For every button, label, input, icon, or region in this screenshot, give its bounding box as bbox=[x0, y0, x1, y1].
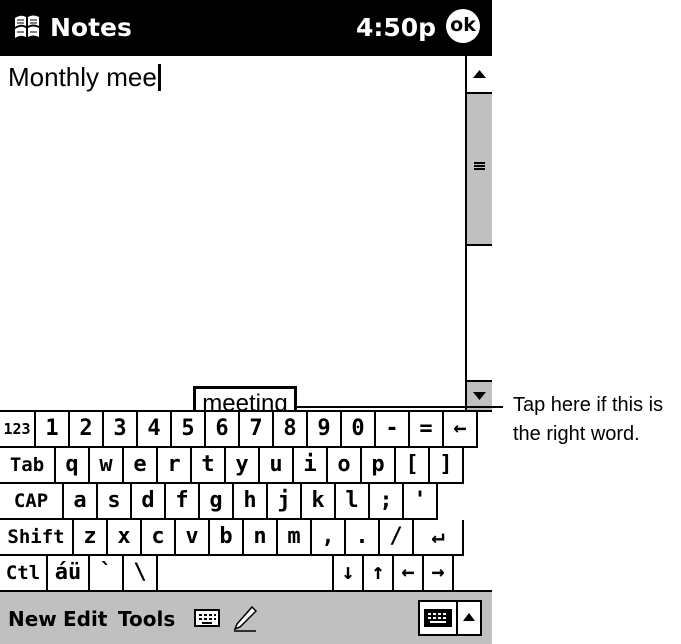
pen-icon[interactable] bbox=[232, 604, 258, 632]
key[interactable]: ← bbox=[394, 556, 424, 592]
key[interactable]: [ bbox=[396, 448, 430, 484]
key[interactable]: 3 bbox=[104, 412, 138, 448]
menu-edit[interactable]: Edit bbox=[63, 606, 107, 632]
note-content: Monthly mee bbox=[8, 62, 161, 92]
key[interactable]: o bbox=[328, 448, 362, 484]
text-caret bbox=[157, 64, 161, 91]
key[interactable]: l bbox=[336, 484, 370, 520]
keyboard-row: Shift z x c v b n m,. / ↵ bbox=[0, 520, 492, 556]
key[interactable]: , bbox=[312, 520, 346, 556]
grip-icon bbox=[474, 162, 485, 170]
key[interactable]: - bbox=[376, 412, 410, 448]
key[interactable]: c bbox=[142, 520, 176, 556]
key[interactable]: 8 bbox=[274, 412, 308, 448]
key[interactable]: 1 bbox=[36, 412, 70, 448]
keyboard-row: Tab q w e r t y u i o p[] bbox=[0, 448, 492, 484]
key[interactable]: j bbox=[268, 484, 302, 520]
key[interactable]: 123 bbox=[0, 412, 36, 448]
note-text: Monthly mee bbox=[8, 62, 157, 92]
key[interactable]: 2 bbox=[70, 412, 104, 448]
key[interactable]: 9 bbox=[308, 412, 342, 448]
key[interactable]: s bbox=[98, 484, 132, 520]
soft-keyboard: 123 1 2 3 4 5 6 7 8 9 0- = ← Tab q w e r t y u i o p[] CAP a s d f g h… bbox=[0, 410, 492, 592]
key[interactable]: b bbox=[210, 520, 244, 556]
key[interactable]: f bbox=[166, 484, 200, 520]
key[interactable]: Tab bbox=[0, 448, 56, 484]
arrow-up-icon bbox=[473, 70, 486, 78]
key[interactable]: r bbox=[158, 448, 192, 484]
key[interactable]: 6 bbox=[206, 412, 240, 448]
vertical-scrollbar[interactable] bbox=[465, 56, 492, 410]
ok-button[interactable]: ok bbox=[446, 9, 480, 43]
app-title: Notes bbox=[50, 13, 132, 42]
key[interactable]: ; bbox=[370, 484, 404, 520]
key[interactable]: h bbox=[234, 484, 268, 520]
scroll-up-button[interactable] bbox=[467, 56, 492, 94]
device-screen: Notes 4:50p ok Monthly mee meeting 123 1 2… bbox=[0, 0, 492, 644]
key[interactable]: Shift bbox=[0, 520, 74, 556]
callout-text: Tap here if this is the right word. bbox=[513, 391, 681, 449]
key[interactable]: ↓ bbox=[334, 556, 364, 592]
key[interactable]: q bbox=[56, 448, 90, 484]
key[interactable]: n bbox=[244, 520, 278, 556]
title-bar: Notes 4:50p ok bbox=[0, 0, 492, 56]
key[interactable]: x bbox=[108, 520, 142, 556]
key[interactable]: / bbox=[380, 520, 414, 556]
input-method-arrow-button[interactable] bbox=[458, 600, 482, 636]
key[interactable]: t bbox=[192, 448, 226, 484]
key[interactable]: ] bbox=[430, 448, 464, 484]
key[interactable]: = bbox=[410, 412, 444, 448]
key[interactable]: \ bbox=[124, 556, 158, 592]
arrow-up-icon bbox=[463, 613, 475, 621]
key[interactable]: e bbox=[124, 448, 158, 484]
key[interactable]: → bbox=[424, 556, 454, 592]
key[interactable]: 7 bbox=[240, 412, 274, 448]
key[interactable]: ↵ bbox=[414, 520, 464, 556]
key[interactable]: k bbox=[302, 484, 336, 520]
key[interactable]: CAP bbox=[0, 484, 64, 520]
callout-line-1: Tap here if this is bbox=[513, 394, 664, 416]
command-bar: New Edit Tools bbox=[0, 590, 492, 644]
keyboard-row: Ctl áü ` \ ↓ ↑ ← → bbox=[0, 556, 492, 592]
key[interactable]: u bbox=[260, 448, 294, 484]
key[interactable]: z bbox=[74, 520, 108, 556]
key[interactable]: áü bbox=[48, 556, 90, 592]
key[interactable]: m bbox=[278, 520, 312, 556]
key[interactable]: . bbox=[346, 520, 380, 556]
note-text-area[interactable]: Monthly mee bbox=[0, 56, 465, 410]
key[interactable]: ' bbox=[404, 484, 438, 520]
key[interactable]: g bbox=[200, 484, 234, 520]
input-panel-icon[interactable] bbox=[418, 600, 458, 636]
key[interactable]: 0 bbox=[342, 412, 376, 448]
key[interactable]: v bbox=[176, 520, 210, 556]
callout-line-2: the right word. bbox=[513, 423, 640, 445]
key[interactable]: y bbox=[226, 448, 260, 484]
clock[interactable]: 4:50p bbox=[356, 12, 436, 44]
key[interactable]: w bbox=[90, 448, 124, 484]
scroll-thumb[interactable] bbox=[467, 94, 492, 246]
key[interactable]: a bbox=[64, 484, 98, 520]
menu-new[interactable]: New bbox=[8, 606, 57, 632]
keyboard-icon[interactable] bbox=[194, 608, 220, 628]
callout-line bbox=[297, 406, 503, 408]
windows-flag-icon[interactable] bbox=[12, 12, 42, 42]
key[interactable]: 4 bbox=[138, 412, 172, 448]
keyboard-row: 123 1 2 3 4 5 6 7 8 9 0- = ← bbox=[0, 412, 492, 448]
key-space[interactable] bbox=[158, 556, 334, 592]
key[interactable]: 5 bbox=[172, 412, 206, 448]
key[interactable]: ← bbox=[444, 412, 478, 448]
key[interactable]: d bbox=[132, 484, 166, 520]
keyboard-row: CAP a s d f g h j k l; ' bbox=[0, 484, 492, 520]
key[interactable]: Ctl bbox=[0, 556, 48, 592]
key[interactable]: ↑ bbox=[364, 556, 394, 592]
menu-tools[interactable]: Tools bbox=[118, 606, 175, 632]
key[interactable]: p bbox=[362, 448, 396, 484]
key[interactable]: ` bbox=[90, 556, 124, 592]
key[interactable]: i bbox=[294, 448, 328, 484]
